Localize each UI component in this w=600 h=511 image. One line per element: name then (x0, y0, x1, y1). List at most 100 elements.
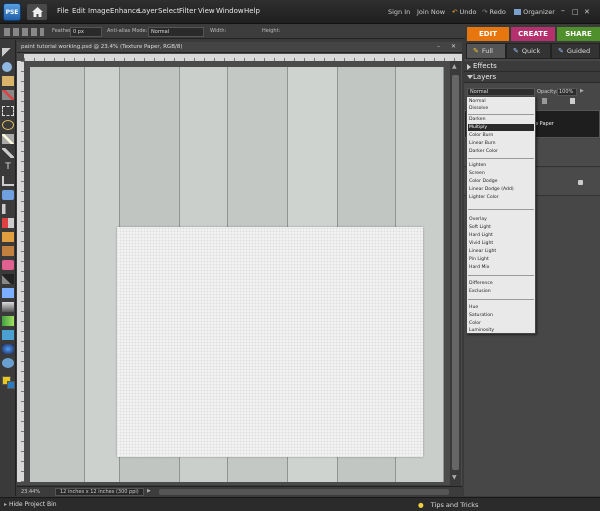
hand-tool-icon[interactable] (2, 76, 14, 86)
hide-project-bin-button[interactable]: ▸ Hide Project Bin (4, 501, 57, 508)
marquee-tool-icon[interactable] (2, 106, 14, 116)
blend-option[interactable]: Lighten (468, 162, 534, 169)
tab-share[interactable]: SHARE (557, 27, 600, 41)
layers-panel-header[interactable]: Layers (464, 72, 600, 83)
menu-help[interactable]: Help (244, 7, 260, 15)
blend-option[interactable]: Linear Light (468, 248, 534, 255)
maximize-button[interactable]: □ (572, 8, 579, 16)
tab-edit[interactable]: EDIT (467, 27, 509, 41)
blur-tool-icon[interactable] (2, 344, 14, 354)
blend-option[interactable]: Lighter Color (468, 194, 534, 201)
blend-option[interactable]: Darken (468, 116, 534, 123)
eraser-tool-icon[interactable] (2, 260, 14, 270)
cookie-cutter-tool-icon[interactable] (2, 190, 14, 200)
blend-option[interactable]: Darker Color (468, 148, 534, 155)
shape-tool-icon[interactable] (2, 330, 14, 340)
eyedropper-tool-icon[interactable] (2, 90, 14, 100)
lasso-tool-icon[interactable] (2, 120, 14, 130)
lock-layer-icon[interactable] (542, 98, 547, 104)
tab-create[interactable]: CREATE (511, 27, 555, 41)
blend-option[interactable]: Hard Mix (468, 264, 534, 271)
blend-option-selected[interactable]: Multiply (468, 124, 534, 131)
background-color-swatch[interactable] (7, 381, 15, 389)
scroll-down-arrow[interactable]: ▼ (452, 474, 457, 481)
doc-minimize-button[interactable]: – (437, 43, 440, 50)
menu-view[interactable]: View (198, 7, 215, 15)
anti-alias-checkbox[interactable]: Anti-alias (107, 28, 130, 34)
doc-close-button[interactable]: ✕ (451, 43, 456, 50)
close-window-button[interactable]: ✕ (584, 8, 590, 16)
blend-option[interactable]: Difference (468, 280, 534, 287)
blend-option[interactable]: Overlay (468, 216, 534, 223)
redo-button[interactable]: ↷ Redo (482, 8, 506, 16)
blend-option[interactable]: Hard Light (468, 232, 534, 239)
sponge-tool-icon[interactable] (2, 358, 14, 368)
minimize-button[interactable]: – (561, 6, 565, 15)
menu-filter[interactable]: Filter (179, 7, 196, 15)
menu-window[interactable]: Window (216, 7, 244, 15)
home-button[interactable] (27, 4, 47, 20)
menu-enhance[interactable]: Enhance (110, 7, 140, 15)
join-now-link[interactable]: Join Now (417, 8, 445, 16)
tab-full[interactable]: ✎ Full (466, 43, 506, 59)
effects-panel-header[interactable]: Effects (464, 61, 600, 72)
blend-option[interactable]: Vivid Light (468, 240, 534, 247)
undo-button[interactable]: ↶ Undo (452, 8, 477, 16)
organizer-button[interactable]: Organizer (514, 8, 555, 16)
blend-option[interactable]: Soft Light (468, 224, 534, 231)
horizontal-scrollbar[interactable] (159, 489, 449, 495)
mode-select[interactable]: Normal (148, 27, 204, 37)
blend-option[interactable]: Normal (468, 98, 534, 105)
straighten-tool-icon[interactable] (2, 204, 14, 214)
paint-bucket-tool-icon[interactable] (2, 302, 14, 312)
blend-option[interactable]: Exclusion (468, 288, 534, 295)
blend-option[interactable]: Screen (468, 170, 534, 177)
menu-file[interactable]: File (57, 7, 69, 15)
bottom-bar: ▸ Hide Project Bin ● Tips and Tricks (0, 497, 600, 511)
delete-layer-icon[interactable] (570, 98, 575, 104)
feather-input[interactable]: 0 px (70, 27, 102, 37)
blend-option[interactable]: Hue (468, 304, 534, 311)
crop-tool-icon[interactable] (2, 176, 14, 186)
blend-option[interactable]: Saturation (468, 312, 534, 319)
blend-option[interactable]: Linear Dodge (Add) (468, 186, 534, 193)
vertical-scrollbar[interactable]: ▲ ▼ (450, 61, 461, 485)
type-tool-icon[interactable]: T (2, 162, 14, 172)
sign-in-link[interactable]: Sign In (388, 8, 410, 16)
menu-image[interactable]: Image (88, 7, 110, 15)
tab-guided[interactable]: ✎ Guided (551, 43, 600, 59)
blend-mode-select[interactable]: Normal (467, 88, 535, 96)
scroll-up-arrow[interactable]: ▲ (452, 63, 457, 70)
smart-brush-tool-icon[interactable] (2, 288, 14, 298)
brush-selection-tool-icon[interactable] (2, 148, 14, 158)
document-tab-bar: paint tutorial working.psd @ 23.4% (Text… (17, 42, 462, 53)
blend-option[interactable]: Dissolve (468, 105, 534, 112)
magic-wand-tool-icon[interactable] (2, 134, 14, 144)
blend-option[interactable]: Color Dodge (468, 178, 534, 185)
zoom-tool-icon[interactable] (2, 62, 12, 72)
menu-select[interactable]: Select (158, 7, 180, 15)
blend-option[interactable]: Luminosity (468, 327, 534, 334)
opacity-arrow-icon[interactable]: ▶ (580, 88, 584, 94)
brush-tool-icon[interactable] (2, 274, 14, 284)
blend-option[interactable]: Color Burn (468, 132, 534, 139)
clone-stamp-tool-icon[interactable] (2, 246, 14, 256)
menu-edit[interactable]: Edit (72, 7, 86, 15)
tips-and-tricks-button[interactable]: ● Tips and Tricks (418, 501, 478, 509)
blend-option[interactable]: Linear Burn (468, 140, 534, 147)
selection-mode-icons[interactable] (4, 28, 44, 36)
scroll-thumb[interactable] (452, 75, 459, 470)
gradient-tool-icon[interactable] (2, 316, 14, 326)
menu-layer[interactable]: Layer (138, 7, 158, 15)
opacity-input[interactable]: 100% (557, 88, 577, 96)
blend-option[interactable]: Color (468, 320, 534, 327)
blend-option[interactable]: Pin Light (468, 256, 534, 263)
move-tool-icon[interactable] (2, 48, 14, 58)
tab-guided-label: Guided (566, 47, 591, 55)
status-menu-arrow[interactable]: ▶ (147, 488, 151, 494)
zoom-readout[interactable]: 23.44% (21, 489, 40, 495)
healing-brush-tool-icon[interactable] (2, 232, 14, 242)
red-eye-tool-icon[interactable] (2, 218, 14, 228)
tab-quick[interactable]: ✎ Quick (506, 43, 551, 59)
image-canvas[interactable] (30, 67, 444, 482)
